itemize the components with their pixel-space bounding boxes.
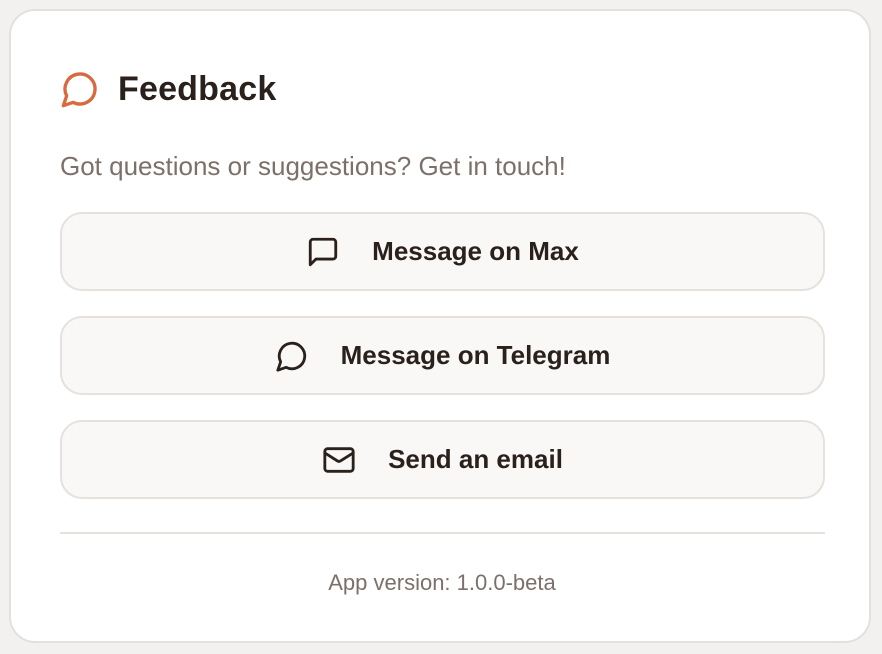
app-version: App version: 1.0.0-beta: [328, 570, 556, 595]
speech-bubble-icon: [60, 69, 100, 109]
message-on-max-label: Message on Max: [372, 236, 579, 266]
send-email-button[interactable]: Send an email: [60, 420, 825, 499]
page-title: Feedback: [118, 69, 277, 108]
message-on-telegram-button[interactable]: Message on Telegram: [60, 316, 825, 395]
mail-icon: [322, 443, 356, 477]
message-on-max-button[interactable]: Message on Max: [60, 212, 825, 291]
feedback-header: Feedback: [60, 69, 276, 109]
message-on-telegram-label: Message on Telegram: [340, 340, 611, 370]
message-square-icon: [306, 235, 340, 269]
divider: [60, 532, 825, 534]
feedback-card: Feedback Got questions or suggestions? G…: [9, 9, 871, 643]
send-email-label: Send an email: [388, 444, 563, 474]
feedback-subtitle: Got questions or suggestions? Get in tou…: [60, 151, 566, 181]
speech-bubble-icon: [275, 339, 309, 373]
